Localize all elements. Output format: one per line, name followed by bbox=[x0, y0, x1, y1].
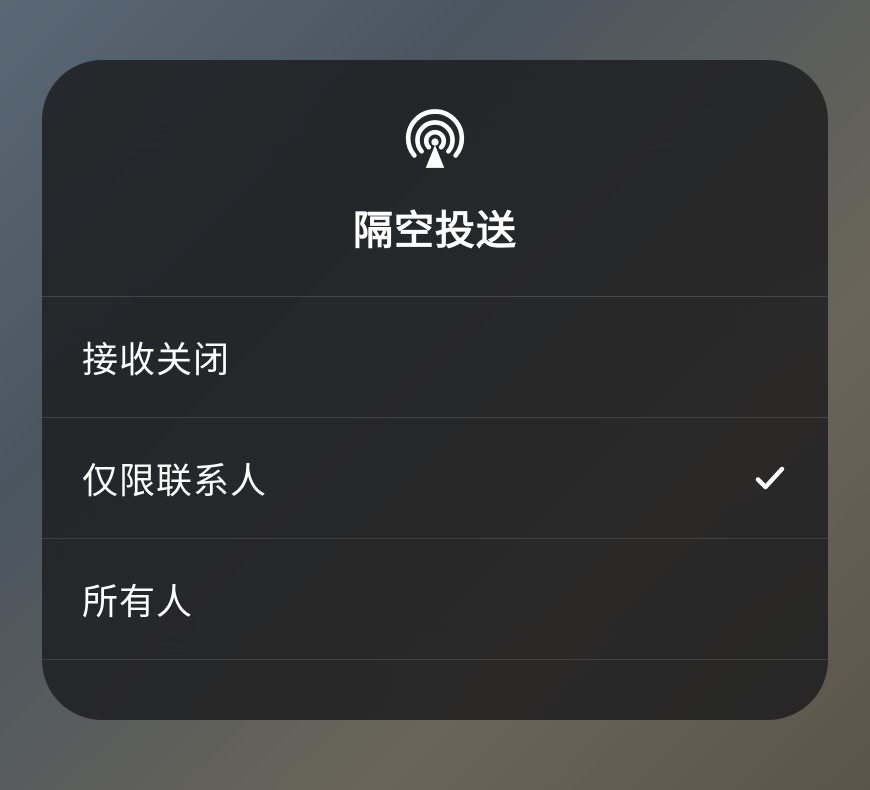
panel-header: 隔空投送 bbox=[42, 60, 828, 297]
option-contacts-only[interactable]: 仅限联系人 bbox=[42, 418, 828, 539]
option-label: 仅限联系人 bbox=[82, 452, 267, 504]
option-receiving-off[interactable]: 接收关闭 bbox=[42, 297, 828, 418]
airdrop-panel: 隔空投送 接收关闭 仅限联系人 所有人 bbox=[42, 60, 828, 720]
panel-spacer bbox=[42, 660, 828, 720]
checkmark-icon bbox=[752, 460, 788, 496]
panel-title: 隔空投送 bbox=[353, 198, 517, 256]
option-label: 接收关闭 bbox=[82, 331, 230, 383]
option-label: 所有人 bbox=[82, 573, 193, 625]
option-everyone[interactable]: 所有人 bbox=[42, 539, 828, 660]
airdrop-icon bbox=[402, 108, 468, 174]
